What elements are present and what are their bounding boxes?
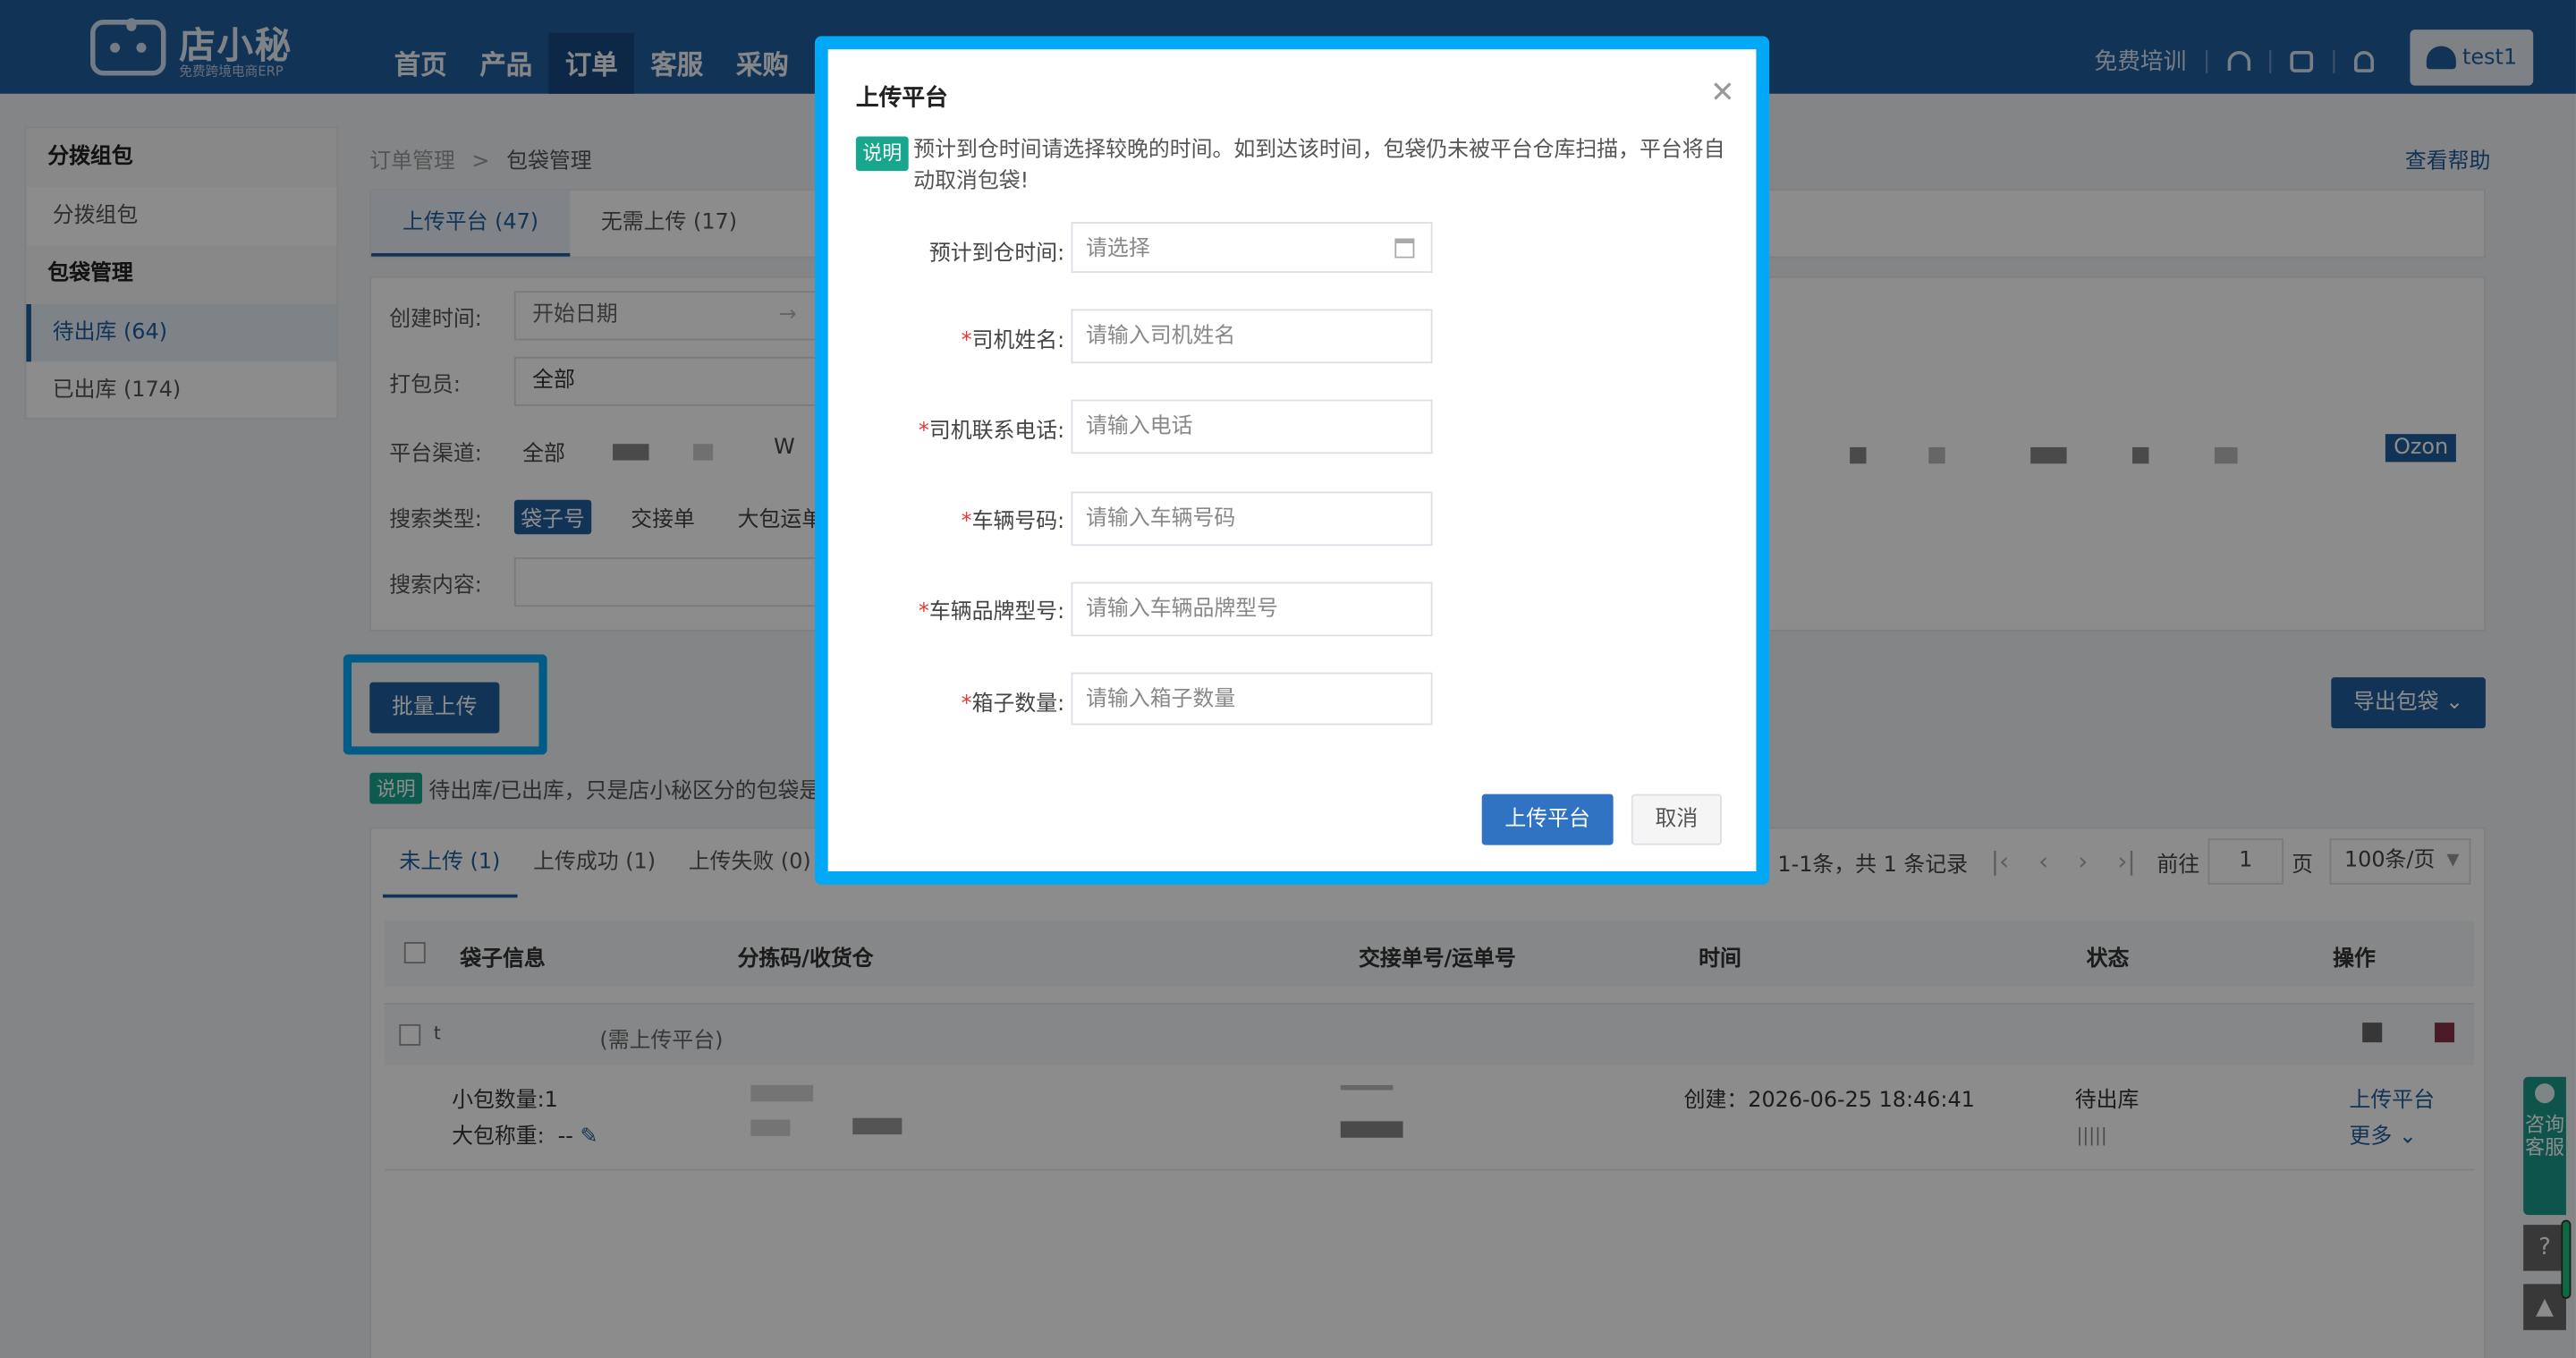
driver-phone-input[interactable]: 请输入电话 bbox=[1071, 399, 1433, 454]
dialog-note: 说明 预计到仓时间请选择较晚的时间。如到达该时间，包袋仍未被平台仓库扫描，平台将… bbox=[855, 135, 1726, 198]
driver-name-input[interactable]: 请输入司机姓名 bbox=[1071, 309, 1433, 364]
eta-input[interactable]: 请选择 bbox=[1071, 222, 1433, 274]
box-count-label: *箱子数量: bbox=[961, 692, 1065, 717]
vehicle-model-input[interactable]: 请输入车辆品牌型号 bbox=[1071, 581, 1433, 637]
dialog-title: 上传平台 bbox=[855, 85, 948, 112]
upload-platform-dialog: 上传平台 ✕ 说明 预计到仓时间请选择较晚的时间。如到达该时间，包袋仍未被平台仓… bbox=[815, 36, 1770, 885]
note-text: 预计到仓时间请选择较晚的时间。如到达该时间，包袋仍未被平台仓库扫描，平台将自动取… bbox=[913, 138, 1725, 194]
close-icon[interactable]: ✕ bbox=[1710, 76, 1735, 111]
calendar-icon bbox=[1394, 238, 1415, 259]
eta-placeholder: 请选择 bbox=[1086, 236, 1150, 262]
vehicle-model-label: *车辆品牌型号: bbox=[918, 599, 1065, 625]
confirm-upload-button[interactable]: 上传平台 bbox=[1481, 794, 1614, 845]
driver-name-label: *司机姓名: bbox=[961, 328, 1065, 354]
cancel-button[interactable]: 取消 bbox=[1631, 794, 1722, 845]
box-count-input[interactable]: 请输入箱子数量 bbox=[1071, 672, 1433, 726]
driver-phone-label: *司机联系电话: bbox=[918, 419, 1065, 445]
note-tag: 说明 bbox=[855, 136, 909, 172]
vehicle-number-input[interactable]: 请输入车辆号码 bbox=[1071, 491, 1433, 547]
vehicle-number-label: *车辆号码: bbox=[961, 509, 1065, 535]
eta-label: 预计到仓时间: bbox=[928, 242, 1065, 267]
